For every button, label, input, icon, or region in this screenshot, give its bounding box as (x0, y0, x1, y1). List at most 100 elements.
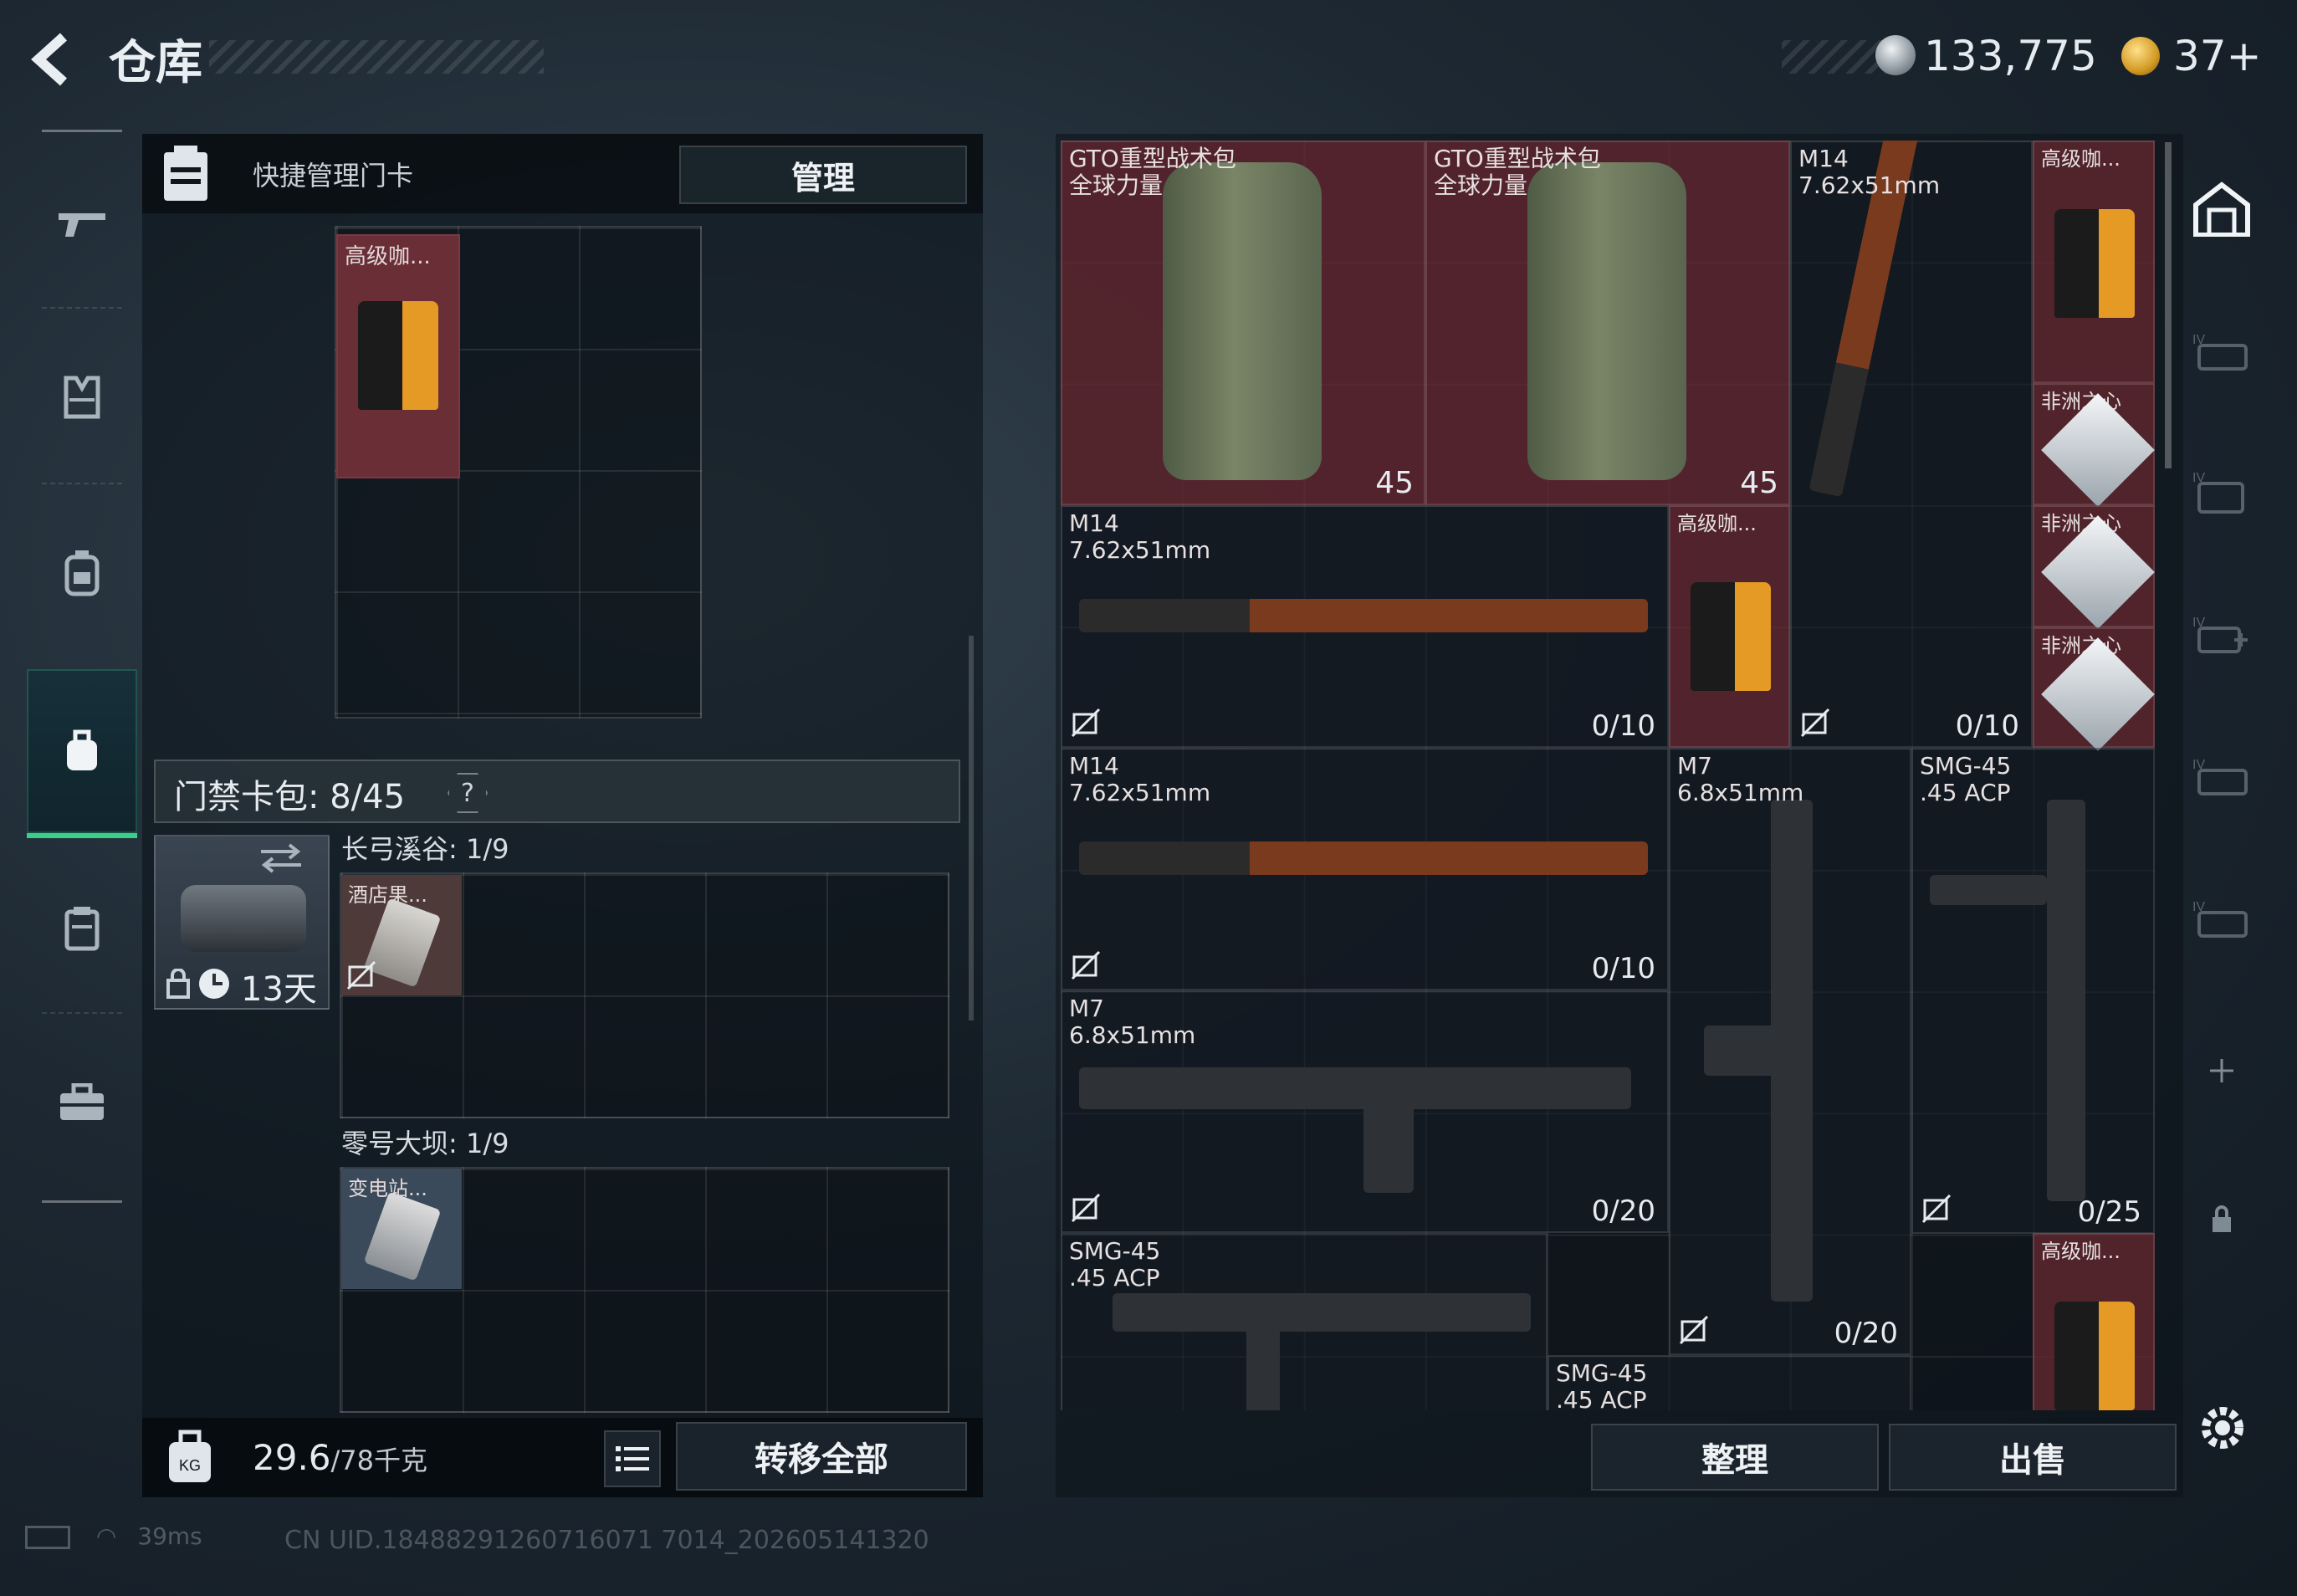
nav-separator (42, 1012, 122, 1014)
weight-icon: KG (164, 1429, 216, 1486)
rifle-icon (1079, 599, 1648, 632)
item-label: 高级咖... (2041, 1240, 2121, 1263)
hotel-keycard-item[interactable]: 酒店果... (341, 875, 462, 995)
item-label: M7 6.8x51mm (1677, 752, 1804, 806)
tab-storage-3[interactable]: IV (2190, 602, 2254, 666)
item-label: SMG-45 .45 ACP (1069, 1237, 1161, 1292)
card-pack-capacity: 门禁卡包: 8/45 (174, 778, 406, 816)
scrollbar[interactable] (969, 636, 974, 1021)
no-insure-icon (346, 960, 376, 990)
warehouse-icon (2193, 182, 2250, 237)
inventory-item-coffee[interactable]: 高级咖... (1669, 505, 1790, 748)
inventory-item-rifle-m14[interactable]: M14 7.62x51mm 0/10 (1061, 748, 1669, 990)
keycard-icon (363, 1191, 442, 1281)
transfer-all-button[interactable]: 转移全部 (676, 1422, 967, 1491)
inventory-item-backpack[interactable]: GTO重型战术包 全球力量 45 (1061, 141, 1425, 505)
item-capacity: 0/10 (1591, 952, 1655, 985)
smg-icon (1113, 1293, 1531, 1332)
inventory-item-rifle-m7[interactable]: M7 6.8x51mm 0/20 (1669, 748, 1911, 1355)
back-arrow-icon[interactable] (25, 30, 84, 89)
gold-coin-balance[interactable]: 37+ (2173, 32, 2262, 80)
storage-tabs: IV IV IV IV IV (2175, 134, 2267, 1472)
inventory-item-coffee[interactable]: 高级咖... (2033, 141, 2155, 383)
nav-weapons[interactable] (27, 140, 137, 307)
item-label: SMG-45 .45 ACP (1920, 752, 2012, 806)
inventory-item-heart-of-africa[interactable]: 非洲之心 (2033, 627, 2155, 751)
quick-card-label: 快捷管理门卡 (253, 160, 414, 192)
sort-button[interactable]: 整理 (1591, 1424, 1879, 1491)
inventory-item-smg-45[interactable]: SMG-45 .45 ACP (1061, 1233, 1548, 1410)
coffee-bag-icon (2054, 209, 2135, 318)
card-case-icon (157, 144, 214, 204)
inventory-item-heart-of-africa[interactable]: 非洲之心 (2033, 383, 2155, 507)
gear-icon[interactable] (2193, 1399, 2252, 1457)
card-case-icon (64, 907, 100, 951)
list-view-button[interactable] (604, 1430, 661, 1487)
storage-slot-icon: IV (2192, 900, 2248, 938)
locked-storage-slot[interactable] (2190, 1188, 2254, 1251)
battery-icon (25, 1526, 70, 1549)
coffee-bag-icon (2054, 1302, 2135, 1410)
nav-top-line (42, 130, 122, 132)
scrollbar[interactable] (2165, 142, 2172, 468)
no-insure-icon (1921, 1194, 1952, 1224)
inventory-item-heart-of-africa[interactable]: 非洲之心 (2033, 505, 2155, 629)
inventory-item-smg-45[interactable]: SMG-45 .45 ACP (1548, 1355, 1911, 1410)
user-uid: CN UID.18488291260716071 7014_2026051413… (284, 1526, 929, 1555)
left-nav (27, 130, 137, 1205)
nav-armor[interactable] (27, 314, 137, 481)
nav-case[interactable] (27, 1019, 137, 1186)
locker-bag-icon (67, 729, 97, 770)
coffee-bag-icon (1691, 582, 1771, 691)
smg-icon (2047, 800, 2085, 1201)
warehouse-grid[interactable]: GTO重型战术包 全球力量 45 GTO重型战术包 全球力量 45 M14 7.… (1061, 141, 2155, 1410)
inventory-item-rifle-m14[interactable]: M14 7.62x51mm 0/10 (1061, 505, 1669, 748)
item-label: GTO重型战术包 全球力量 (1069, 145, 1236, 199)
briefcase-icon (60, 1083, 104, 1120)
sell-button[interactable]: 出售 (1889, 1424, 2177, 1491)
tab-storage-2[interactable]: IV (2190, 460, 2254, 524)
medkit-slot-icon: IV (2192, 616, 2248, 653)
plus-icon (2210, 1059, 2233, 1082)
storage-slot-icon: IV (2192, 758, 2248, 795)
nav-storage-active[interactable] (27, 669, 137, 838)
title-decoration (209, 40, 544, 74)
inventory-item-rifle-m7[interactable]: M7 6.8x51mm 0/20 (1061, 990, 1669, 1233)
swap-icon[interactable] (256, 841, 306, 875)
nav-bottom-line (42, 1200, 122, 1203)
item-capacity: 0/10 (1955, 709, 2019, 743)
item-label: 高级咖... (1677, 512, 1757, 535)
section-label-longbow-valley: 长弓溪谷: 1/9 (341, 833, 509, 865)
inventory-item-backpack[interactable]: GTO重型战术包 全球力量 45 (1425, 141, 1790, 505)
item-label: M7 6.8x51mm (1069, 995, 1196, 1049)
add-storage-button[interactable] (2190, 1039, 2254, 1102)
clock-icon (199, 969, 229, 999)
inventory-item-rifle-m14[interactable]: M14 7.62x51mm 0/10 (1790, 141, 2033, 748)
item-capacity: 0/20 (1834, 1317, 1898, 1350)
inventory-item-smg-45[interactable]: SMG-45 .45 ACP 0/25 (1911, 748, 2155, 1234)
pistol-icon (59, 213, 105, 237)
tab-storage-4[interactable]: IV (2190, 744, 2254, 808)
coffee-item[interactable]: 高级咖... (336, 234, 460, 478)
card-pack-icon (181, 885, 306, 952)
substation-keycard-item[interactable]: 变电站... (341, 1169, 462, 1289)
nav-backpack[interactable] (27, 489, 137, 657)
item-count: 45 (1740, 466, 1778, 500)
no-insure-icon (1071, 950, 1101, 980)
tab-storage-5[interactable]: IV (2190, 887, 2254, 950)
item-capacity: 0/10 (1591, 709, 1655, 743)
nav-cards[interactable] (27, 845, 137, 1012)
vest-icon (64, 376, 100, 419)
inventory-item-coffee[interactable]: 高级咖... (2033, 1233, 2155, 1410)
tab-storage-1[interactable]: IV (2190, 320, 2254, 383)
section-label-zero-dam: 零号大坝: 1/9 (341, 1128, 509, 1159)
manage-button[interactable]: 管理 (679, 146, 967, 204)
smg-mag (1246, 1327, 1280, 1410)
backpack-icon (64, 550, 100, 596)
no-insure-icon (1071, 1193, 1101, 1223)
weight-readout: 29.6/78千克 (253, 1437, 427, 1478)
tab-warehouse-main[interactable] (2190, 177, 2254, 241)
smg-mag (1930, 875, 2047, 905)
ping-readout: 39ms (137, 1522, 202, 1550)
svg-text:KG: KG (179, 1457, 201, 1474)
